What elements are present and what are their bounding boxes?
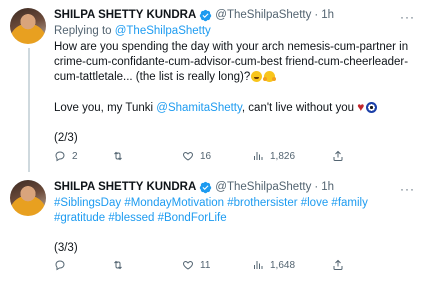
reply-button[interactable]: 2 [54,150,112,162]
separator-dot: · [314,9,319,21]
tweet-3-of-3[interactable]: ··· SHILPA SHETTY KUNDRA @TheShilpaShett… [0,172,425,281]
thread-counter: (3/3) [54,242,78,254]
like-button[interactable]: 16 [182,150,252,162]
retweet-icon [114,260,122,270]
author-handle[interactable]: @TheShilpaShetty [215,8,311,23]
grinning-sweat-emoji-icon [251,71,263,82]
retweet-button[interactable] [112,259,182,271]
heart-icon [183,151,193,161]
reply-count: 2 [72,150,78,162]
tweet-actions-bar: 2 16 1,826 [54,150,415,162]
share-button[interactable] [332,259,344,271]
tweet-text: #SiblingsDay #MondayMotivation #brothers… [54,196,415,256]
analytics-bars-icon [254,152,263,160]
replying-to-label: Replying to [54,25,115,37]
verified-badge-icon [200,9,212,22]
tweet-actions-bar: 11 1,648 [54,259,415,271]
heart-icon [183,260,193,270]
tweet-text-paragraph-1: How are you spending the day with your a… [54,41,409,83]
analytics-bars-icon [254,261,263,269]
author-name[interactable]: SHILPA SHETTY KUNDRA [54,8,196,23]
replying-to-mention[interactable]: @TheShilpaShetty [115,25,211,37]
mention-link[interactable]: @ShamitaShetty [156,102,242,114]
like-count: 16 [200,150,212,162]
tweet-header: SHILPA SHETTY KUNDRA @TheShilpaShetty · … [54,8,415,23]
thread-connector-line [28,48,30,172]
nazar-amulet-emoji-icon [366,102,378,113]
share-icon [333,259,343,270]
reply-icon [55,260,65,271]
author-avatar[interactable] [10,8,46,44]
share-icon [333,150,343,161]
hashtags-line-1[interactable]: #SiblingsDay #MondayMotivation #brothers… [54,196,415,211]
tweet-text-paragraph-2: Love you, my Tunki [54,102,157,114]
author-handle[interactable]: @TheShilpaShetty [215,180,311,195]
view-count: 1,648 [270,259,296,271]
retweet-button[interactable] [112,150,182,162]
share-button[interactable] [332,150,344,162]
hugging-face-emoji-icon [263,71,277,82]
replying-to: Replying to @TheShilpaShetty [54,24,415,39]
like-button[interactable]: 11 [182,259,252,271]
views-button[interactable]: 1,648 [252,259,332,271]
tweet-header: SHILPA SHETTY KUNDRA @TheShilpaShetty · … [54,180,415,195]
retweet-icon [114,151,122,161]
views-button[interactable]: 1,826 [252,150,332,162]
view-count: 1,826 [270,150,296,162]
author-avatar[interactable] [10,180,46,216]
timestamp[interactable]: 1h [321,8,334,23]
like-count: 11 [200,259,211,271]
thread-counter: (2/3) [54,132,78,144]
reply-icon [55,151,65,162]
tweet-text-paragraph-2-end: , can't live without you [241,102,358,114]
reply-button[interactable] [54,259,112,271]
separator-dot: · [314,181,319,193]
tweet-text: How are you spending the day with your a… [54,40,415,146]
verified-badge-icon [200,181,212,194]
timestamp[interactable]: 1h [321,180,334,195]
hashtags-line-2[interactable]: #gratitude #blessed #BondForLife [54,211,415,226]
author-name[interactable]: SHILPA SHETTY KUNDRA [54,180,196,195]
red-heart-emoji-icon: ♥ [357,100,365,114]
tweet-2-of-3[interactable]: ··· SHILPA SHETTY KUNDRA @TheShilpaShett… [0,0,425,172]
